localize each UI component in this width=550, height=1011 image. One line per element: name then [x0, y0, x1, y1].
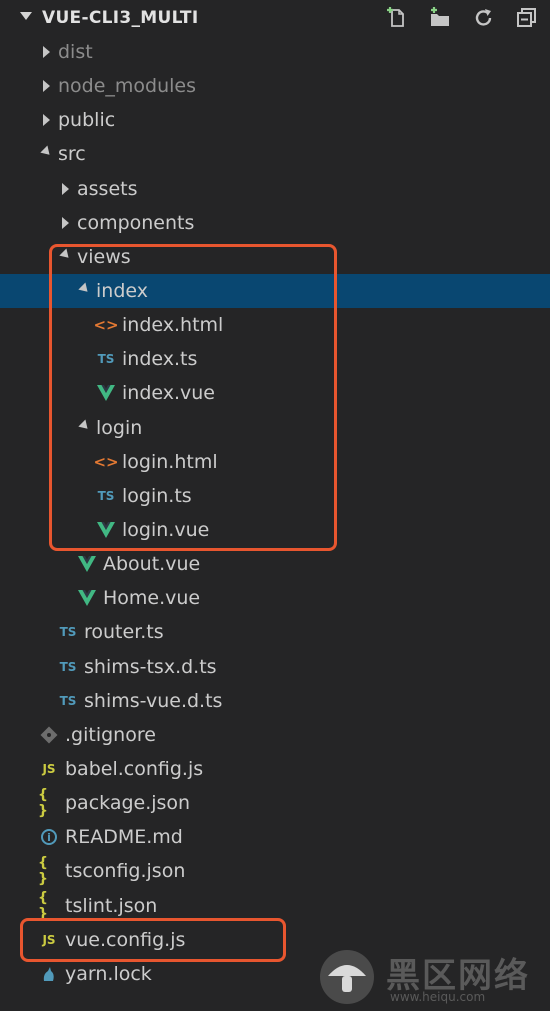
tree-file[interactable]: TS shims-vue.d.ts [0, 684, 550, 718]
tree-file[interactable]: Home.vue [0, 581, 550, 615]
tree-file[interactable]: TS login.ts [0, 479, 550, 513]
tree-item-label: login.html [122, 450, 218, 473]
json-icon: { } [38, 855, 49, 888]
vue-icon [76, 588, 98, 608]
html-icon: <> [93, 316, 119, 335]
tree-item-label: package.json [65, 792, 191, 815]
chevron-right-icon[interactable] [38, 44, 54, 60]
vue-icon [76, 554, 98, 574]
tree-item-label: shims-tsx.d.ts [84, 655, 217, 678]
tree-file[interactable]: <> index.html [0, 308, 550, 342]
explorer-header: VUE-CLI3_MULTI [0, 0, 550, 36]
watermark: 黑区网络 www.heiqu.com [318, 946, 548, 1008]
info-glyph: i [41, 829, 57, 846]
vue-icon [95, 383, 117, 403]
chevron-down-icon[interactable] [38, 146, 54, 162]
html-icon: <> [93, 452, 119, 471]
javascript-icon: JS [42, 762, 56, 777]
tree-folder[interactable]: public [0, 103, 550, 137]
tree-item-label: index.vue [122, 382, 215, 405]
tree-folder[interactable]: dist [0, 35, 550, 69]
tree-item-label: views [77, 245, 131, 268]
typescript-icon: TS [59, 625, 77, 640]
tree-folder[interactable]: src [0, 137, 550, 171]
tree-item-label: tsconfig.json [65, 860, 186, 883]
tree-item-label: assets [77, 177, 138, 200]
chevron-down-icon[interactable] [20, 12, 32, 20]
tree-item-label: README.md [65, 826, 183, 849]
tree-item-label: dist [58, 41, 93, 64]
tree-item-label: tslint.json [65, 894, 158, 917]
typescript-icon: TS [97, 352, 115, 367]
chevron-down-icon[interactable] [57, 249, 73, 265]
tree-folder[interactable]: login [0, 411, 550, 445]
tree-item-label: babel.config.js [65, 758, 204, 781]
tree-file[interactable]: JS babel.config.js [0, 752, 550, 786]
vue-icon [95, 520, 117, 540]
tree-folder[interactable]: views [0, 240, 550, 274]
typescript-icon: TS [97, 488, 115, 503]
git-icon [38, 725, 60, 745]
tree-file[interactable]: { } tsconfig.json [0, 854, 550, 888]
tree-item-label: index.html [122, 314, 224, 337]
tree-item-label: yarn.lock [65, 962, 152, 985]
chevron-right-icon[interactable] [38, 112, 54, 128]
tree-item-label: index [96, 280, 148, 303]
tree-file[interactable]: TS router.ts [0, 615, 550, 649]
tree-item-label: index.ts [122, 348, 198, 371]
tree-file[interactable]: About.vue [0, 547, 550, 581]
chevron-down-icon[interactable] [76, 420, 92, 436]
tree-item-label: public [58, 109, 116, 132]
refresh-icon[interactable] [472, 6, 496, 30]
tree-item-label: login.ts [122, 484, 192, 507]
tree-folder[interactable]: index [0, 273, 550, 309]
tree-item-label: node_modules [58, 75, 197, 98]
explorer-title[interactable]: VUE-CLI3_MULTI [42, 8, 198, 28]
tree-folder[interactable]: assets [0, 172, 550, 206]
json-icon: { } [38, 787, 49, 820]
tree-file[interactable]: <> login.html [0, 445, 550, 479]
tree-item-label: router.ts [84, 621, 164, 644]
tree-file[interactable]: .gitignore [0, 718, 550, 752]
tree-item-label: login [96, 416, 143, 439]
tree-item-label: About.vue [103, 553, 201, 576]
typescript-icon: TS [59, 659, 77, 674]
tree-file[interactable]: TS index.ts [0, 342, 550, 376]
tree-file[interactable]: TS shims-tsx.d.ts [0, 650, 550, 684]
json-icon: { } [38, 889, 49, 922]
chevron-down-icon[interactable] [76, 283, 92, 299]
chevron-right-icon[interactable] [38, 78, 54, 94]
tree-file[interactable]: { } tslint.json [0, 889, 550, 923]
collapse-all-icon[interactable] [515, 6, 539, 30]
tree-folder[interactable]: node_modules [0, 69, 550, 103]
tree-item-label: vue.config.js [65, 928, 186, 951]
tree-item-label: src [58, 143, 86, 166]
chevron-right-icon[interactable] [57, 181, 73, 197]
tree-item-label: Home.vue [103, 587, 201, 610]
javascript-icon: JS [42, 932, 56, 947]
tree-folder[interactable]: components [0, 206, 550, 240]
tree-item-label: .gitignore [65, 723, 156, 746]
tree-item-label: shims-vue.d.ts [84, 689, 223, 712]
tree-item-label: components [77, 211, 195, 234]
tree-file[interactable]: login.vue [0, 513, 550, 547]
file-tree: dist node_modulespublic src assets component… [0, 35, 550, 991]
mushroom-logo-icon [320, 950, 374, 1004]
tree-file[interactable]: index.vue [0, 376, 550, 410]
yarn-icon [38, 964, 60, 984]
tree-file[interactable]: { } package.json [0, 786, 550, 820]
watermark-url: www.heiqu.com [390, 990, 486, 1004]
info-icon: i [38, 827, 60, 847]
new-file-icon[interactable] [386, 6, 410, 30]
tree-file[interactable]: i README.md [0, 820, 550, 854]
chevron-right-icon[interactable] [57, 215, 73, 231]
typescript-icon: TS [59, 693, 77, 708]
tree-item-label: login.vue [122, 519, 210, 542]
new-folder-icon[interactable] [428, 6, 452, 30]
